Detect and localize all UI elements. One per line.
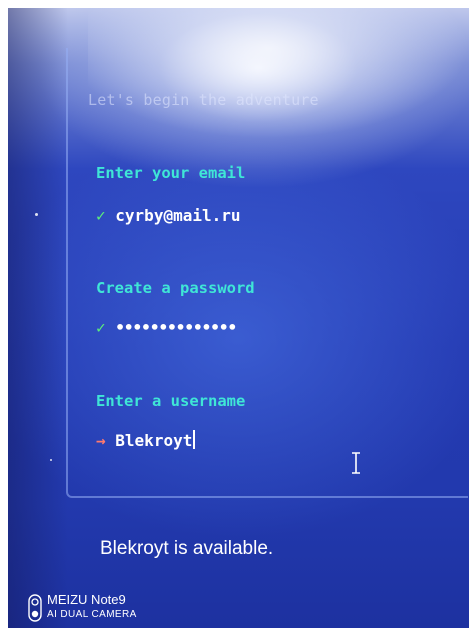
email-label: Enter your email [96, 164, 246, 182]
photo-shadow [8, 8, 68, 628]
username-available-message: Blekroyt is available. [100, 538, 274, 559]
email-field[interactable]: ✓ cyrby@mail.ru [96, 206, 241, 225]
watermark-brand: MEIZU Note9 [47, 592, 126, 607]
text-cursor-ibeam-icon [352, 452, 360, 474]
password-label: Create a password [96, 279, 255, 297]
password-check-icon: ✓ [96, 318, 106, 337]
watermark-camera: AI DUAL CAMERA [47, 609, 137, 620]
arrow-right-icon: → [96, 431, 106, 450]
username-field[interactable]: → Blekroyt [96, 430, 196, 450]
terminal-subtitle: Let's begin the adventure [88, 91, 319, 109]
username-label: Enter a username [96, 392, 246, 410]
camera-watermark: MEIZU Note9 AI DUAL CAMERA [28, 592, 208, 626]
username-value: Blekroyt [115, 431, 193, 450]
text-caret [193, 430, 196, 449]
terminal-faded-header [98, 60, 218, 72]
password-field[interactable]: ✓ •••••••••••••• [96, 318, 237, 337]
email-value: cyrby@mail.ru [115, 206, 241, 225]
screen-dust [50, 459, 52, 461]
camera-lens-icon [28, 594, 42, 622]
email-check-icon: ✓ [96, 206, 106, 225]
screen-dust [35, 213, 38, 216]
password-value: •••••••••••••• [115, 318, 237, 337]
screen-photo: Let's begin the adventure Enter your ema… [8, 8, 469, 628]
